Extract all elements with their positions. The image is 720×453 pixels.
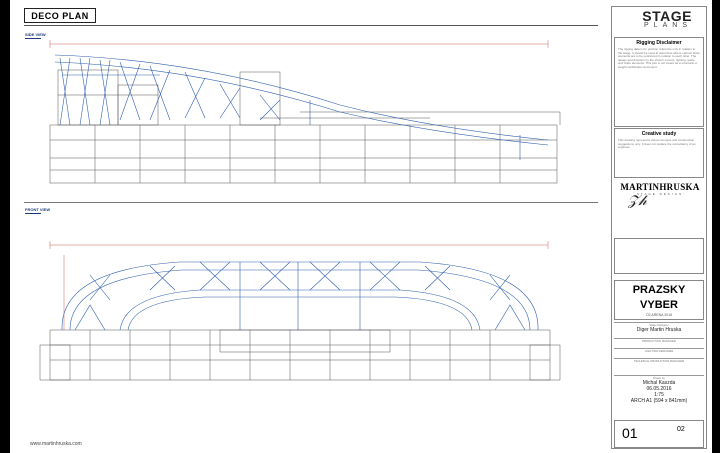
drawing-info: Drawn by Michal Kaszda 06.05.2016 1:75 A… [614, 375, 704, 419]
side-view-drawing [49, 40, 561, 184]
rigging-disclaimer: Rigging Disclaimer The rigging data is f… [614, 37, 704, 127]
designer-field: Stage Designer Diger Martin Hruska [614, 322, 704, 336]
copyright-box [614, 238, 704, 274]
creative-text: This drawing represents visual concepts … [618, 138, 696, 150]
rigging-text: The rigging data is for position referen… [618, 47, 700, 69]
field-technical: TECHNICAL PRODUCTION MANAGER [614, 358, 704, 366]
front-view-arch [61, 261, 539, 331]
field-production: PRODUCTION MANAGER [614, 338, 704, 346]
sheet-number: 01 [622, 425, 638, 441]
paper-size-value: ARCH A1 (594 x 841mm) [630, 398, 688, 404]
footer-url[interactable]: www.martinhruska.com [30, 441, 82, 447]
stageplans-logo: STAGE PLANS [642, 8, 692, 29]
field-lighting: LIGHTING DESIGNER [614, 348, 704, 356]
designer-signature: 𝒵𝒽 [628, 194, 647, 209]
creative-study: Creative study This drawing represents v… [614, 128, 704, 178]
side-view-truss [54, 54, 549, 160]
project-box: PRAZSKY VYBER O2 ARENA 2016 [614, 280, 704, 320]
sheet-total: 02 [677, 426, 685, 433]
